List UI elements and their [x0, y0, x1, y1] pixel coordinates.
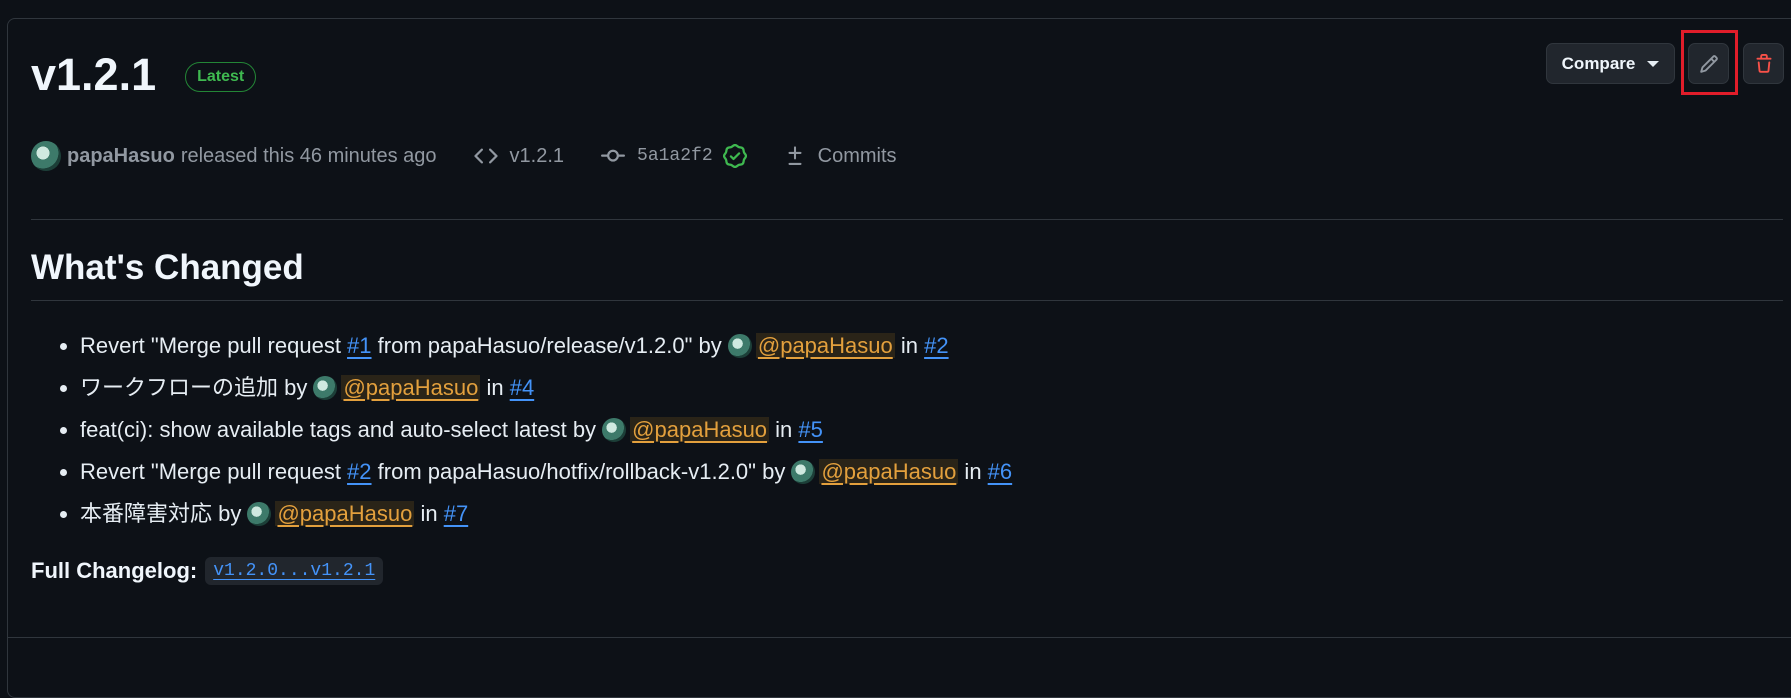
changelog-compare-link[interactable]: v1.2.0...v1.2.1 [205, 557, 384, 585]
trash-icon [1756, 53, 1771, 73]
delete-release-button[interactable] [1743, 43, 1784, 84]
user-mention[interactable]: @papaHasuo [755, 333, 895, 358]
compare-label: Compare [1561, 53, 1636, 73]
pencil-icon [1699, 54, 1718, 73]
user-mention[interactable]: @papaHasuo [819, 459, 959, 484]
diff-icon [788, 146, 802, 165]
changelog-colon: : [189, 558, 198, 583]
user-avatar[interactable] [791, 460, 816, 484]
item-text: from papaHasuo/release/v1.2.0" by [371, 333, 728, 358]
full-changelog: Full Changelog: v1.2.0...v1.2.1 [31, 557, 384, 585]
user-avatar[interactable] [247, 502, 272, 526]
pr-link[interactable]: #2 [347, 459, 371, 484]
changelog-label: Full Changelog [31, 558, 190, 583]
user-mention[interactable]: @papaHasuo [275, 501, 415, 526]
whats-changed-heading: What's Changed [31, 248, 304, 287]
pr-link[interactable]: #5 [798, 417, 822, 442]
user-mention[interactable]: @papaHasuo [341, 375, 481, 400]
tag-link[interactable]: v1.2.1 [473, 144, 565, 168]
author-avatar[interactable] [31, 141, 61, 171]
item-text: in [769, 417, 799, 442]
author-link[interactable]: papaHasuo [67, 145, 175, 168]
user-avatar[interactable] [313, 376, 338, 400]
change-list: Revert "Merge pull request #1 from papaH… [48, 325, 1012, 535]
user-avatar[interactable] [727, 334, 752, 358]
commits-link[interactable]: Commits [784, 145, 897, 168]
user-mention[interactable]: @papaHasuo [630, 417, 770, 442]
item-text: from papaHasuo/hotfix/rollback-v1.2.0" b… [371, 459, 792, 484]
pr-link[interactable]: #2 [924, 333, 948, 358]
pr-link[interactable]: #6 [988, 459, 1012, 484]
latest-badge: Latest [185, 61, 257, 92]
header-divider [31, 219, 1783, 220]
chevron-down-icon [1647, 60, 1660, 67]
verified-check-icon[interactable] [722, 144, 747, 168]
release-header: v1.2.1 Latest [31, 52, 257, 97]
released-time: released this 46 minutes ago [180, 144, 437, 167]
code-icon [473, 148, 498, 164]
list-item: 本番障害対応 by @papaHasuo in #7 [80, 493, 1012, 535]
item-text: Revert "Merge pull request [80, 459, 348, 484]
item-text: feat(ci): show available tags and auto-s… [80, 417, 603, 442]
pr-link[interactable]: #4 [510, 375, 534, 400]
item-text: in [958, 459, 988, 484]
commit-link[interactable]: 5a1a2f2 [601, 144, 747, 168]
item-text: in [414, 501, 444, 526]
user-avatar[interactable] [602, 418, 627, 442]
release-title[interactable]: v1.2.1 [31, 52, 156, 97]
pr-link[interactable]: #7 [444, 501, 468, 526]
commits-label: Commits [817, 144, 897, 167]
item-text: 本番障害対応 by [80, 501, 248, 526]
item-text: Revert "Merge pull request [80, 333, 348, 358]
tag-label: v1.2.1 [509, 144, 565, 167]
pr-link[interactable]: #1 [347, 333, 371, 358]
edit-release-button[interactable] [1688, 43, 1729, 84]
list-item: Revert "Merge pull request #2 from papaH… [80, 451, 1012, 493]
list-item: Revert "Merge pull request #1 from papaH… [80, 325, 1012, 367]
compare-button[interactable]: Compare [1546, 43, 1675, 84]
commit-sha: 5a1a2f2 [637, 146, 713, 166]
list-item: feat(ci): show available tags and auto-s… [80, 409, 1012, 451]
git-commit-icon [601, 149, 626, 162]
bottom-divider [7, 637, 1791, 638]
item-text: ワークフローの追加 by [80, 375, 314, 400]
item-text: in [480, 375, 510, 400]
item-text: in [894, 333, 925, 358]
list-item: ワークフローの追加 by @papaHasuo in #4 [80, 367, 1012, 409]
release-meta: papaHasuo released this 46 minutes ago v… [31, 141, 897, 171]
heading-divider [31, 300, 1783, 301]
